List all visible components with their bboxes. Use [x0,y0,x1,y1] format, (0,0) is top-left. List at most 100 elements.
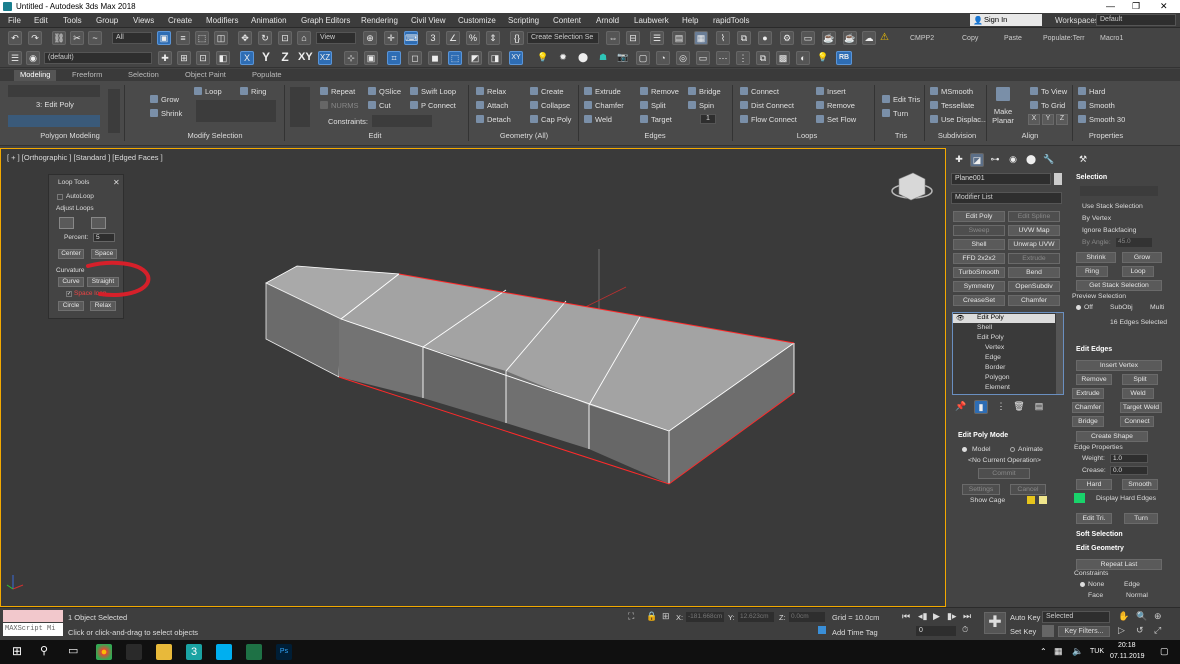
settings-button[interactable]: Settings [962,484,1000,495]
selection-filter-dropdown[interactable]: All [112,32,152,44]
group-icon[interactable]: ▩ [776,51,790,65]
connect-edge-button[interactable]: Connect [1120,416,1154,427]
tray-chevron-icon[interactable]: ⌃ [1040,647,1047,656]
stack-item-edit-poly-top[interactable]: Edit Poly [977,314,1004,321]
edit-tri-button[interactable]: Edit Tri. [1076,513,1112,524]
mirror-icon[interactable]: ⇔ [606,31,620,45]
repeat-last-button[interactable]: Repeat Last [1076,559,1162,570]
named-selection-sets-dropdown[interactable]: Create Selection Se [527,32,599,44]
insert-vertex-button[interactable]: Insert Vertex [1076,360,1162,371]
split-edge-button[interactable]: Split [1122,374,1158,385]
preview-off-radio[interactable] [1076,305,1081,310]
stack-item-edit-poly[interactable]: Edit Poly [977,334,1004,341]
viewport-orthographic[interactable]: [ + ] [Orthographic ] [Standard ] [Edged… [0,148,946,607]
menu-help[interactable]: Help [682,16,698,25]
angle-snap-icon[interactable]: ∠ [446,31,460,45]
set-flow-button[interactable]: Set Flow [816,115,856,124]
add-time-tag-button[interactable]: Add Time Tag [832,628,878,637]
material-editor-icon[interactable]: ● [758,31,772,45]
create-layer-icon[interactable]: ✚ [158,51,172,65]
edit-geometry-title[interactable]: Edit Geometry [1076,545,1124,552]
zoom-icon[interactable]: 🔍 [1136,611,1147,622]
camera-icon[interactable]: 📷 [616,51,630,65]
constraint-face-label[interactable]: Face [1088,592,1103,599]
cancel-button[interactable]: Cancel [1010,484,1046,495]
edit-poly-label[interactable]: 3: Edit Poly [36,100,74,109]
get-stack-selection-button[interactable]: Get Stack Selection [1076,280,1162,291]
hard-button[interactable]: Hard [1078,87,1105,96]
constraint-edge-label[interactable]: Edge [1124,581,1140,588]
pin-stack-icon[interactable]: 📌 [954,400,968,414]
detach-button[interactable]: Detach [476,115,511,124]
bridge-edge-button[interactable]: Bridge [1072,416,1104,427]
turn-button[interactable]: Turn [882,109,908,118]
add-to-layer-icon[interactable]: ⊞ [177,51,191,65]
make-planar-icon[interactable] [996,87,1010,101]
stack-item-element[interactable]: Element [985,384,1010,391]
create-button[interactable]: Create [530,87,564,96]
hard-edge-button[interactable]: Hard [1076,479,1112,490]
dist-connect-button[interactable]: Dist Connect [740,101,794,110]
render-production-icon[interactable]: ☕ [822,31,836,45]
sun-icon[interactable]: ✹ [556,51,570,65]
box-icon[interactable]: ▢ [636,51,650,65]
edit-edges-title[interactable]: Edit Edges [1076,346,1112,353]
mod-sweep-button[interactable]: Sweep [953,225,1005,236]
weld-button[interactable]: Weld [584,115,612,124]
cage-color-swatch-2[interactable] [1039,496,1047,504]
select-object-icon[interactable]: ▣ [157,31,171,45]
relax-button[interactable]: Relax [476,87,506,96]
model-radio[interactable] [962,447,967,452]
smooth-button[interactable]: Smooth [1078,101,1115,110]
bind-space-warp-icon[interactable]: ~ [88,31,102,45]
create-tab-icon[interactable]: ✚ [952,153,966,167]
stack-item-vertex[interactable]: Vertex [985,344,1004,351]
stack-item-border[interactable]: Border [985,364,1005,371]
mod-opensubdiv-button[interactable]: OpenSubdiv [1008,281,1060,292]
curve-editor-icon[interactable]: ⌇ [716,31,730,45]
volume-icon[interactable]: 🔈 [1072,646,1083,657]
mod-edit-poly-button[interactable]: Edit Poly [953,211,1005,222]
torus-icon[interactable]: ◎ [676,51,690,65]
axis-z-icon[interactable]: Z [278,51,292,65]
insert-button[interactable]: Insert [816,87,846,96]
bulb-icon[interactable]: 💡 [816,51,830,65]
isolate-selection-icon[interactable]: ⛶ [628,611,634,622]
angle-spinner[interactable]: 45.0 [1116,238,1152,247]
app-icon-2[interactable] [126,644,142,660]
attach-button[interactable]: Attach [476,101,508,110]
stack-scrollbar[interactable] [1056,313,1063,394]
axis-x-icon[interactable]: X [240,51,254,65]
space-loop-checkbox[interactable]: ✓ [66,291,72,297]
search-icon[interactable]: ⚲ [40,644,48,657]
menu-rendering[interactable]: Rendering [361,16,398,25]
absolute-mode-icon[interactable]: ⊞ [662,611,670,622]
snap-center-face-icon[interactable]: ◨ [488,51,502,65]
schematic-view-icon[interactable]: ⧉ [737,31,751,45]
group-properties[interactable]: Properties [1076,131,1136,140]
grow-selection-button[interactable]: Grow [1122,252,1162,263]
go-to-end-icon[interactable]: ⏭ [963,611,971,622]
select-manipulate-icon[interactable]: ✛ [384,31,398,45]
p-connect-button[interactable]: P Connect [410,101,456,110]
toggle-scene-explorer-icon[interactable]: ☰ [650,31,664,45]
remove-modifier-icon[interactable]: 🗑 [1012,400,1026,414]
ignore-backfacing-label[interactable]: Ignore Backfacing [1082,227,1136,234]
snap-face-icon[interactable]: ◩ [468,51,482,65]
eye-icon[interactable]: 👁 [956,314,965,322]
show-cage-label[interactable]: Show Cage [970,497,1005,504]
chamfer-button[interactable]: Chamfer [584,101,624,110]
motion-tab-icon[interactable]: ◉ [1006,153,1020,167]
menu-content[interactable]: Content [553,16,581,25]
mod-unwrap-uvw-button[interactable]: Unwrap UVW [1008,239,1060,250]
snap-grid-icon[interactable]: ⊹ [344,51,358,65]
orbit-icon[interactable]: ↺ [1136,625,1144,636]
edit-poly-mode-title[interactable]: Edit Poly Mode [958,432,1008,439]
use-displace-button[interactable]: Use Displac... [930,115,987,124]
minimize-button[interactable]: — [1106,1,1115,11]
window-crossing-icon[interactable]: ◫ [214,31,228,45]
tessellate-button[interactable]: Tessellate [930,101,974,110]
cage-color-swatch-1[interactable] [1027,496,1035,504]
align-z-button[interactable]: Z [1056,114,1068,125]
split-button[interactable]: Split [640,101,666,110]
